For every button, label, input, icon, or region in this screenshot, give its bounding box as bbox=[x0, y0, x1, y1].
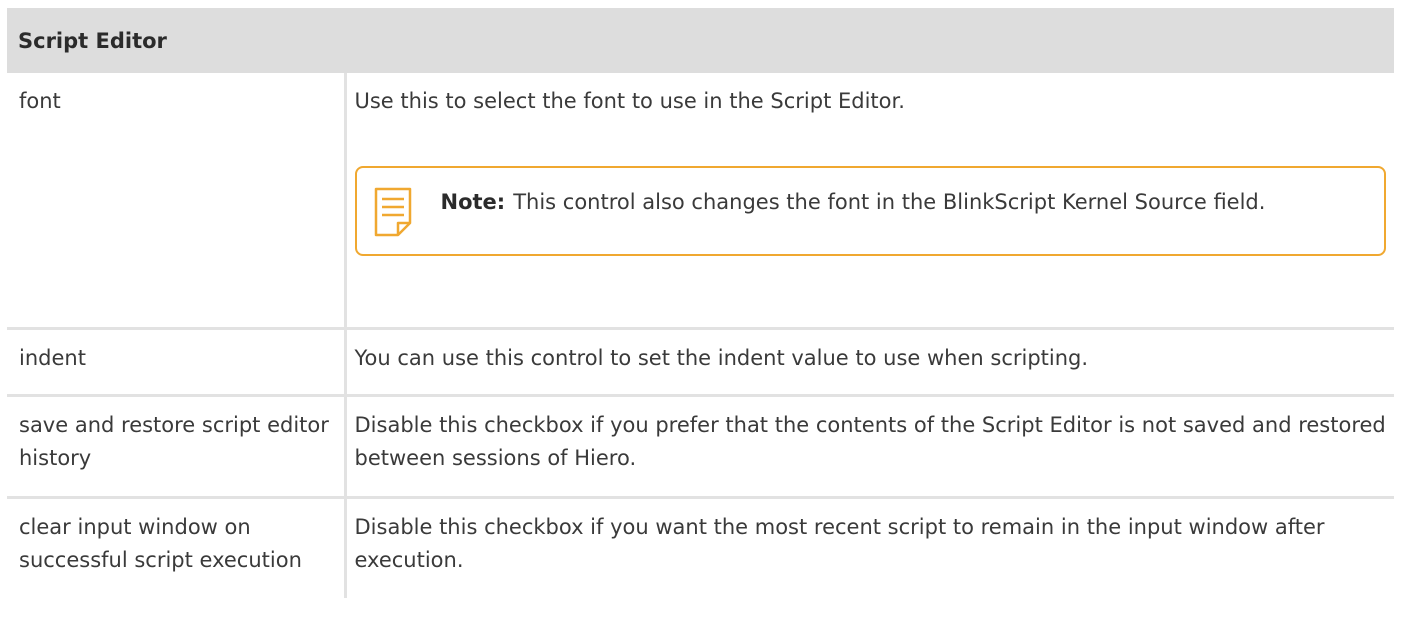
table-row: indent You can use this control to set t… bbox=[7, 326, 1395, 395]
setting-name-indent: indent bbox=[7, 326, 345, 395]
setting-name-save-restore-history: save and restore script editor history bbox=[7, 393, 345, 497]
setting-name-font: font bbox=[19, 89, 61, 113]
setting-name-clear-input-window: clear input window on successful script … bbox=[7, 495, 345, 598]
setting-description-save-restore-history: Disable this checkbox if you prefer that… bbox=[343, 393, 1395, 497]
table-row: clear input window on successful script … bbox=[7, 495, 1395, 598]
table-header-row: Script Editor bbox=[7, 8, 1395, 73]
setting-description-indent: You can use this control to set the inde… bbox=[343, 326, 1395, 395]
preferences-table: Script Editor font Use this to select th… bbox=[7, 8, 1395, 598]
note-callout: Note: This control also changes the font … bbox=[354, 166, 1387, 256]
setting-description-font: Use this to select the font to use in th… bbox=[343, 73, 1395, 328]
setting-description-clear-input-window: Disable this checkbox if you want the mo… bbox=[343, 495, 1395, 598]
section-title: Script Editor bbox=[7, 8, 1395, 73]
table-row: save and restore script editor history D… bbox=[7, 393, 1395, 497]
note-text: Note: This control also changes the font … bbox=[441, 184, 1266, 220]
description-text: Use this to select the font to use in th… bbox=[354, 89, 905, 113]
table-row: font Use this to select the font to use … bbox=[7, 73, 1395, 328]
note-icon bbox=[374, 187, 411, 237]
note-body: This control also changes the font in th… bbox=[513, 190, 1266, 214]
note-label: Note: bbox=[440, 190, 506, 214]
